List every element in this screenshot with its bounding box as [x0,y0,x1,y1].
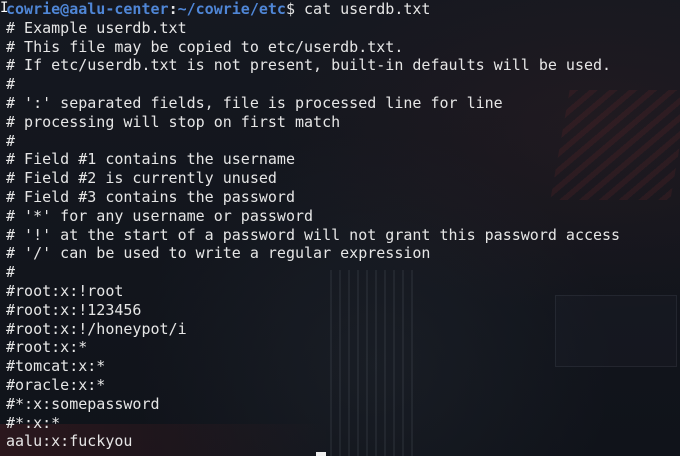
text-cursor-icon: I [0,0,9,16]
output-line: # '*' for any username or password [6,206,314,225]
output-line: # '!' at the start of a password will no… [6,225,621,244]
output-line: # [6,131,16,150]
terminal-output: cowrie@aalu-center:~/cowrie/etc$ cat use… [6,0,620,451]
output-line: # This file may be copied to etc/userdb.… [6,37,404,56]
output-line: # processing will stop on first match [6,112,341,131]
block-cursor-icon [316,452,326,456]
prompt-symbol: $ [285,0,305,18]
output-line: #root:x:!123456 [6,300,142,319]
output-line: # ':' separated fields, file is processe… [6,93,503,112]
output-line: #root:x:* [6,338,88,357]
output-line: # Field #2 is currently unused [6,169,277,188]
prompt-user-host: cowrie@aalu-center [6,0,169,18]
output-line: # Field #1 contains the username [6,150,295,169]
output-line: aalu:x:fuckyou [6,432,133,451]
output-line: #*:x:* [6,413,61,432]
output-line: #root:x:!/honeypot/i [6,319,187,338]
command-text: cat userdb.txt [304,0,431,18]
output-line: # '/' can be used to write a regular exp… [6,244,431,263]
prompt-line: cowrie@aalu-center:~/cowrie/etc$ cat use… [6,0,620,19]
output-line: # Example userdb.txt [6,18,187,37]
terminal-window[interactable]: cowrie@aalu-center:~/cowrie/etc$ cat use… [0,0,680,456]
output-line: # If etc/userdb.txt is not present, buil… [6,56,612,75]
output-line: #*:x:somepassword [6,394,160,413]
prompt-path: ~/cowrie/etc [177,0,286,18]
prompt-separator: : [168,0,178,18]
output-line: # Field #3 contains the password [6,187,295,206]
output-line: #oracle:x:* [6,375,106,394]
output-line: # [6,263,16,282]
output-line: # [6,75,16,94]
output-line: #tomcat:x:* [6,357,106,376]
output-line: #root:x:!root [6,281,124,300]
